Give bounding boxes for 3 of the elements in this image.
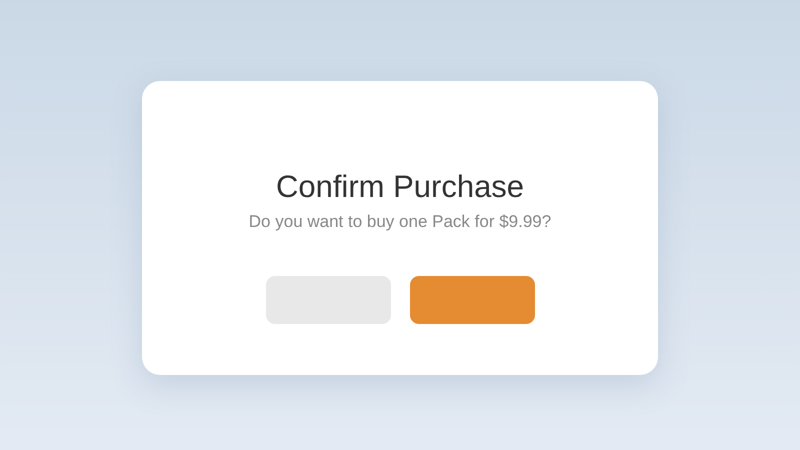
confirm-button[interactable]	[410, 276, 534, 324]
dialog-message: Do you want to buy one Pack for $9.99?	[248, 211, 552, 233]
dialog-title: Confirm Purchase	[276, 169, 524, 205]
